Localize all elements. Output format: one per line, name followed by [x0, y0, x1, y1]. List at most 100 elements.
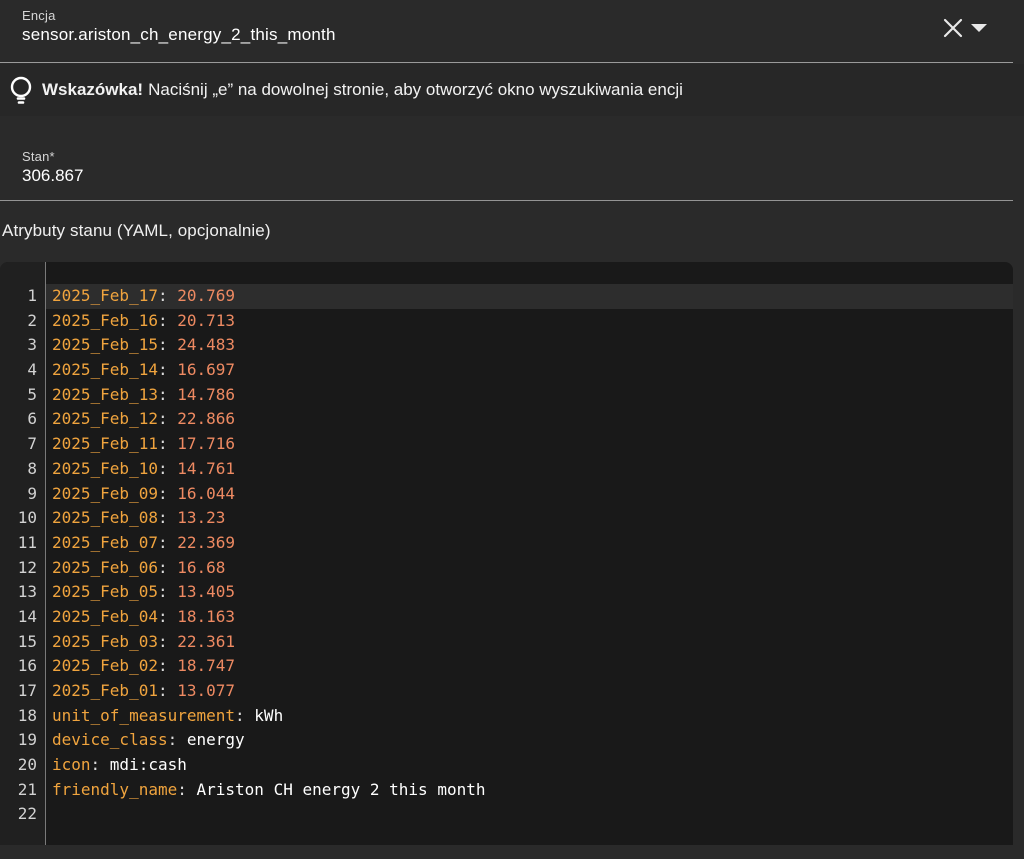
yaml-key: 2025_Feb_16: [52, 310, 158, 330]
yaml-value: energy: [186, 730, 245, 750]
yaml-colon: :: [157, 606, 178, 626]
entity-dropdown-button[interactable]: [967, 17, 991, 39]
state-field-underline: [0, 200, 1013, 201]
yaml-colon: :: [157, 532, 178, 552]
x-icon: [943, 18, 963, 38]
line-number: 1: [27, 286, 37, 305]
caret-down-icon: [971, 24, 987, 32]
code-line: 2025_Feb_05: 13.405: [46, 580, 1013, 605]
yaml-key: 2025_Feb_10: [52, 458, 158, 478]
yaml-key: 2025_Feb_02: [52, 656, 158, 676]
code-line: unit_of_measurement: kWh: [46, 704, 1013, 729]
state-field-label: Stan*: [22, 149, 55, 164]
yaml-value: 16.044: [177, 483, 236, 503]
yaml-value: 13.077: [177, 681, 236, 700]
yaml-colon: :: [177, 779, 197, 799]
yaml-colon: :: [157, 681, 178, 700]
yaml-value: 16.697: [177, 360, 236, 380]
code-line: 2025_Feb_02: 18.747: [46, 654, 1013, 679]
line-number: 18: [17, 705, 37, 725]
yaml-colon: :: [157, 631, 178, 651]
yaml-key: 2025_Feb_15: [52, 335, 158, 355]
code-line: 2025_Feb_01: 13.077: [46, 679, 1013, 704]
code-line: friendly_name: Ariston CH energy 2 this …: [46, 778, 1013, 803]
line-number: 19: [17, 730, 37, 750]
yaml-key: 2025_Feb_04: [52, 606, 158, 626]
yaml-value: 22.361: [177, 631, 236, 651]
line-number: 21: [17, 779, 37, 799]
yaml-key: 2025_Feb_09: [52, 483, 158, 503]
line-number: 8: [27, 458, 37, 478]
yaml-value: mdi:cash: [109, 755, 187, 775]
line-number: 17: [17, 681, 37, 700]
line-number: 5: [27, 384, 37, 404]
code-line: 2025_Feb_14: 16.697: [46, 358, 1013, 383]
yaml-colon: :: [157, 409, 178, 429]
yaml-colon: :: [167, 730, 187, 750]
code-line: 2025_Feb_15: 24.483: [46, 333, 1013, 358]
code-line: 2025_Feb_06: 16.68: [46, 556, 1013, 581]
yaml-key: 2025_Feb_07: [52, 532, 158, 552]
yaml-value: Ariston CH energy 2 this month: [196, 779, 486, 799]
attributes-heading: Atrybuty stanu (YAML, opcjonalnie): [2, 221, 271, 240]
code-line: device_class: energy: [46, 728, 1013, 753]
code-line: 2025_Feb_17: 20.769: [46, 284, 1013, 309]
yaml-value: 16.68: [177, 557, 226, 577]
yaml-key: device_class: [52, 730, 168, 750]
yaml-value: kWh: [254, 705, 284, 725]
code-line: 2025_Feb_16: 20.713: [46, 309, 1013, 334]
code-line: 2025_Feb_03: 22.361: [46, 630, 1013, 655]
clear-entity-button[interactable]: [940, 15, 966, 41]
tip-title: Wskazówka!: [42, 80, 144, 99]
yaml-colon: :: [157, 384, 178, 404]
code-line: 2025_Feb_09: 16.044: [46, 482, 1013, 507]
yaml-colon: :: [157, 557, 178, 577]
line-number: 14: [17, 606, 37, 626]
yaml-key: 2025_Feb_08: [52, 508, 158, 528]
line-number: 4: [27, 360, 37, 380]
lightbulb-icon: [10, 76, 32, 104]
yaml-key: 2025_Feb_11: [52, 434, 158, 454]
yaml-value: 17.716: [177, 434, 236, 454]
yaml-key: icon: [52, 755, 91, 775]
editor-code[interactable]: 2025_Feb_17: 20.769 2025_Feb_16: 20.713 20…: [46, 262, 1013, 845]
yaml-colon: :: [157, 508, 178, 528]
yaml-colon: :: [157, 335, 178, 355]
line-number: 10: [17, 508, 37, 528]
yaml-value: 14.786: [177, 384, 236, 404]
code-line: 2025_Feb_12: 22.866: [46, 407, 1013, 432]
line-number: 2: [27, 310, 37, 330]
yaml-value: 18.747: [177, 656, 236, 676]
tip-text: Wskazówka! Naciśnij „e” na dowolnej stron…: [42, 80, 683, 100]
yaml-key: unit_of_measurement: [52, 705, 236, 725]
yaml-colon: :: [157, 458, 178, 478]
tip-message: Naciśnij „e” na dowolnej stronie, aby ot…: [148, 80, 683, 99]
yaml-key: 2025_Feb_12: [52, 409, 158, 429]
yaml-colon: :: [157, 483, 178, 503]
yaml-key: 2025_Feb_17: [52, 286, 158, 305]
yaml-value: 20.713: [177, 310, 236, 330]
code-line: 2025_Feb_04: 18.163: [46, 605, 1013, 630]
yaml-value: 13.23: [177, 508, 226, 528]
code-line: 2025_Feb_13: 14.786: [46, 383, 1013, 408]
line-number: 7: [27, 434, 37, 454]
line-number: 9: [27, 483, 37, 503]
yaml-editor[interactable]: 1 2 3 4 5 6 7 8 9 10 11 12 13 14 15 16 17 18 19 20 21 22 2025…: [0, 262, 1013, 845]
yaml-value: 18.163: [177, 606, 236, 626]
editor-gutter: 1 2 3 4 5 6 7 8 9 10 11 12 13 14 15 16 17 18 19 20 21 22: [0, 262, 46, 845]
yaml-key: 2025_Feb_05: [52, 582, 158, 602]
line-number: 22: [17, 804, 37, 824]
yaml-key: 2025_Feb_01: [52, 681, 158, 700]
yaml-key: 2025_Feb_03: [52, 631, 158, 651]
code-line: 2025_Feb_07: 22.369: [46, 531, 1013, 556]
yaml-colon: :: [157, 434, 178, 454]
yaml-value: 24.483: [177, 335, 236, 355]
entity-combobox[interactable]: Encja sensor.ariston_ch_energy_2_this_mo…: [0, 0, 1013, 63]
line-number: 12: [17, 557, 37, 577]
state-input[interactable]: 306.867: [22, 166, 83, 186]
entity-field-label: Encja: [22, 8, 56, 23]
tip-banner: Wskazówka! Naciśnij „e” na dowolnej stron…: [0, 64, 1024, 116]
code-line: 2025_Feb_10: 14.761: [46, 457, 1013, 482]
yaml-colon: :: [157, 310, 178, 330]
